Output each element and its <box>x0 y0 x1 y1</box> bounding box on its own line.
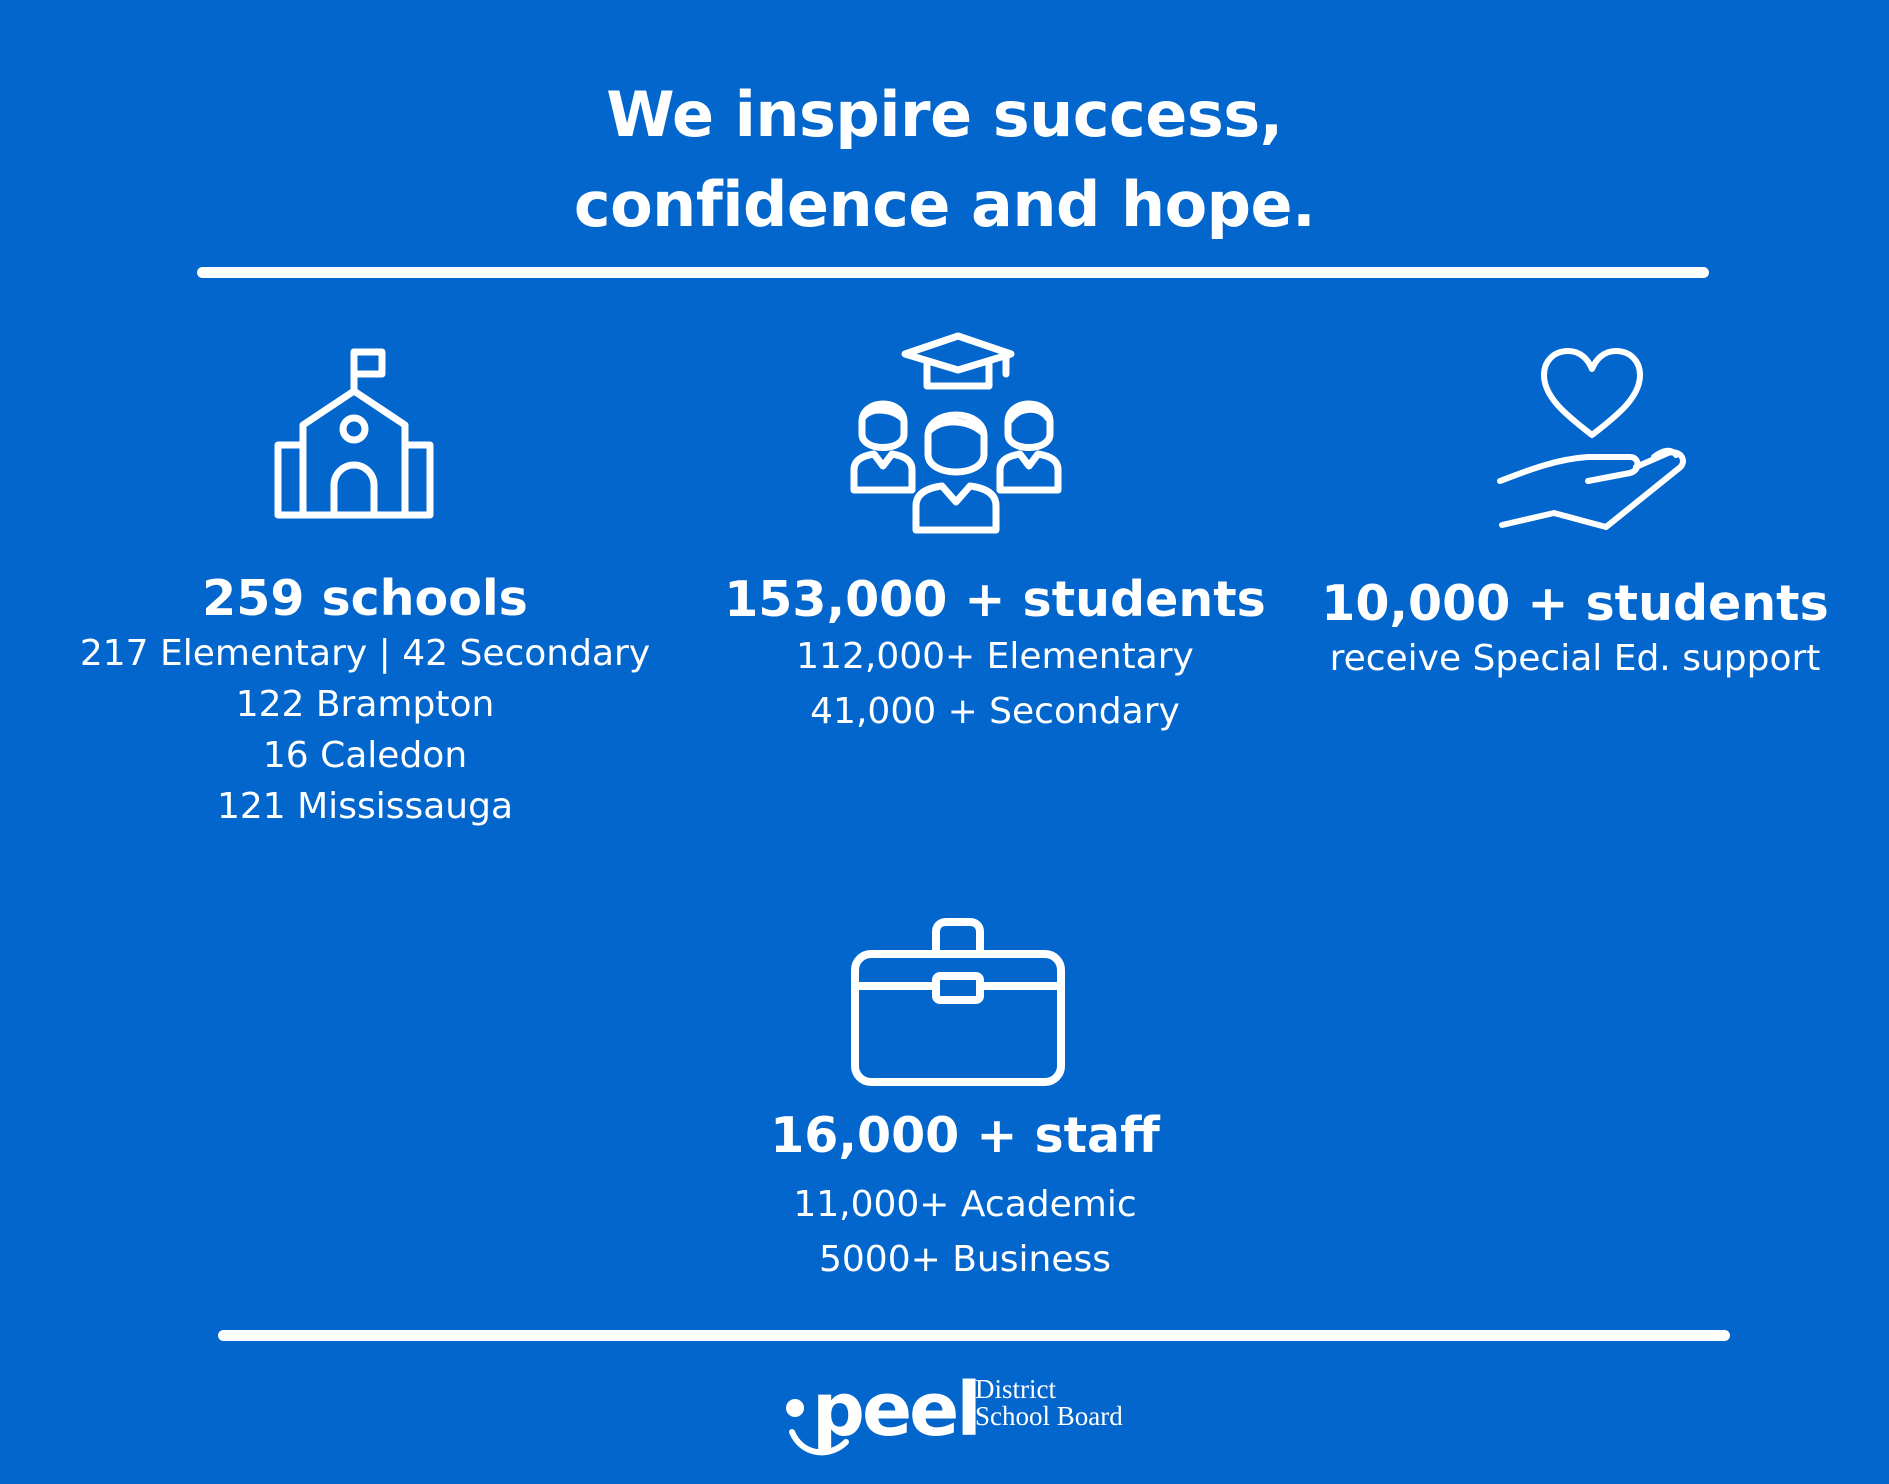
staff-business: 5000+ Business <box>819 1239 1111 1280</box>
logo-subtitle-line-1: District <box>975 1374 1056 1404</box>
students-secondary: 41,000 + Secondary <box>810 691 1180 732</box>
schools-count: 259 schools <box>202 570 528 627</box>
headline-line-2: confidence and hope. <box>573 168 1316 241</box>
special-ed-description: receive Special Ed. support <box>1329 638 1821 679</box>
special-ed-count: 10,000 + students <box>1321 575 1829 632</box>
schools-stat: 259 schools 217 Elementary | 42 Secondar… <box>40 570 690 832</box>
students-elementary: 112,000+ Elementary <box>796 636 1194 677</box>
schools-brampton: 122 Brampton <box>235 684 495 725</box>
logo-subtitle-line-2: School Board <box>975 1401 1123 1431</box>
top-divider <box>197 267 1709 278</box>
headline: We inspire success, confidence and hope. <box>0 70 1889 250</box>
logo-dot <box>786 1399 804 1417</box>
schools-caledon: 16 Caledon <box>262 735 468 776</box>
graduates-group-icon <box>848 330 1068 536</box>
logo-wordmark: peel <box>812 1367 982 1453</box>
staff-academic: 11,000+ Academic <box>793 1184 1137 1225</box>
peel-dsb-logo: peel District School Board <box>780 1367 1160 1472</box>
special-ed-stat: 10,000 + students receive Special Ed. su… <box>1290 575 1860 685</box>
students-count: 153,000 + students <box>724 571 1266 628</box>
schools-breakdown-level: 217 Elementary | 42 Secondary <box>79 633 651 674</box>
school-building-icon <box>270 345 440 521</box>
briefcase-icon <box>850 918 1066 1090</box>
staff-stat: 16,000 + staff 11,000+ Academic 5000+ Bu… <box>660 1107 1270 1287</box>
heart-in-hand-icon <box>1496 345 1692 531</box>
staff-count: 16,000 + staff <box>770 1107 1160 1164</box>
schools-mississauga: 121 Mississauga <box>216 786 514 827</box>
headline-line-1: We inspire success, <box>606 78 1283 151</box>
bottom-divider <box>218 1330 1730 1341</box>
logo-subtitle: District School Board <box>975 1376 1123 1430</box>
students-stat: 153,000 + students 112,000+ Elementary 4… <box>690 571 1300 739</box>
